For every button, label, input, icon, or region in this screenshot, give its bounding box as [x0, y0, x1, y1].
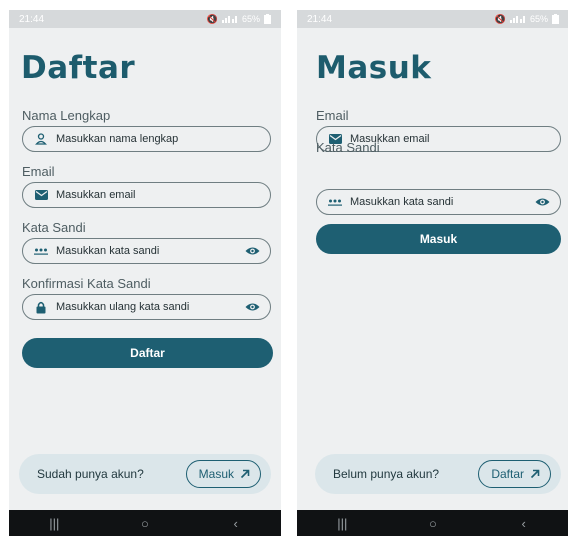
arrow-up-right-icon [240, 469, 250, 479]
page-title: Masuk [316, 50, 432, 86]
battery-icon [552, 14, 559, 24]
name-field[interactable]: Masukkan nama lengkap [22, 126, 271, 152]
eye-icon[interactable] [244, 301, 260, 313]
home-icon[interactable]: ○ [125, 516, 165, 531]
login-button[interactable]: Masuk [316, 224, 561, 254]
email-placeholder: Masukkan email [56, 189, 136, 201]
status-time: 21:44 [19, 13, 45, 25]
confirm-password-field[interactable]: Masukkan ulang kata sandi [22, 294, 271, 320]
go-to-register-button[interactable]: Daftar [478, 460, 551, 488]
eye-icon[interactable] [244, 245, 260, 257]
register-prompt-text: Belum punya akun? [333, 467, 440, 481]
password-placeholder: Masukkan kata sandi [350, 196, 454, 208]
password-field[interactable]: Masukkan kata sandi [22, 238, 271, 264]
signal-icon [509, 16, 525, 23]
home-icon[interactable]: ○ [413, 516, 453, 531]
go-to-login-button[interactable]: Masuk [185, 460, 261, 488]
status-bar: 21:44 🔇 65% [9, 10, 281, 28]
status-icons: 🔇 65% [207, 14, 271, 25]
android-nav-bar: ||| ○ ‹ [9, 510, 281, 536]
login-prompt-text: Sudah punya akun? [37, 467, 144, 481]
password-dots-icon [34, 244, 48, 258]
confirm-password-label: Konfirmasi Kata Sandi [22, 276, 151, 291]
recents-icon[interactable]: ||| [34, 516, 74, 531]
recents-icon[interactable]: ||| [322, 516, 362, 531]
mute-icon: 🔇 [206, 13, 218, 24]
email-label: Email [316, 108, 349, 123]
mute-icon: 🔇 [494, 13, 506, 24]
password-field[interactable]: Masukkan kata sandi [316, 189, 561, 215]
back-icon[interactable]: ‹ [504, 516, 544, 531]
password-label: Kata Sandi [22, 220, 86, 235]
arrow-up-right-icon [530, 469, 540, 479]
password-label: Kata Sandi [316, 140, 380, 155]
status-bar: 21:44 🔇 65% [297, 10, 568, 28]
eye-icon[interactable] [534, 196, 550, 208]
mail-icon [34, 188, 48, 202]
signal-icon [221, 16, 237, 23]
password-dots-icon [328, 195, 342, 209]
name-placeholder: Masukkan nama lengkap [56, 133, 179, 145]
go-to-register-label: Daftar [491, 467, 524, 481]
status-time: 21:44 [307, 13, 333, 25]
android-nav-bar: ||| ○ ‹ [297, 510, 568, 536]
battery-icon [264, 14, 271, 24]
password-placeholder: Masukkan kata sandi [56, 245, 160, 257]
battery-percent: 65% [529, 14, 548, 24]
battery-percent: 65% [241, 14, 260, 24]
email-label: Email [22, 164, 55, 179]
email-placeholder: Masukkan email [350, 133, 430, 145]
register-screen: 21:44 🔇 65% Daftar Nama Lengkap Masukkan… [9, 10, 281, 536]
email-field[interactable]: Masukkan email [22, 182, 271, 208]
page-title: Daftar [21, 50, 136, 86]
register-prompt-card: Belum punya akun? Daftar [315, 454, 561, 494]
person-icon [34, 132, 48, 146]
login-prompt-card: Sudah punya akun? Masuk [19, 454, 271, 494]
login-screen: 21:44 🔇 65% Masuk Email Masukkan email K… [297, 10, 568, 536]
name-label: Nama Lengkap [22, 108, 111, 123]
lock-icon [34, 300, 48, 314]
back-icon[interactable]: ‹ [216, 516, 256, 531]
confirm-password-placeholder: Masukkan ulang kata sandi [56, 301, 190, 313]
go-to-login-label: Masuk [198, 467, 234, 481]
register-button[interactable]: Daftar [22, 338, 273, 368]
status-icons: 🔇 65% [495, 14, 559, 25]
